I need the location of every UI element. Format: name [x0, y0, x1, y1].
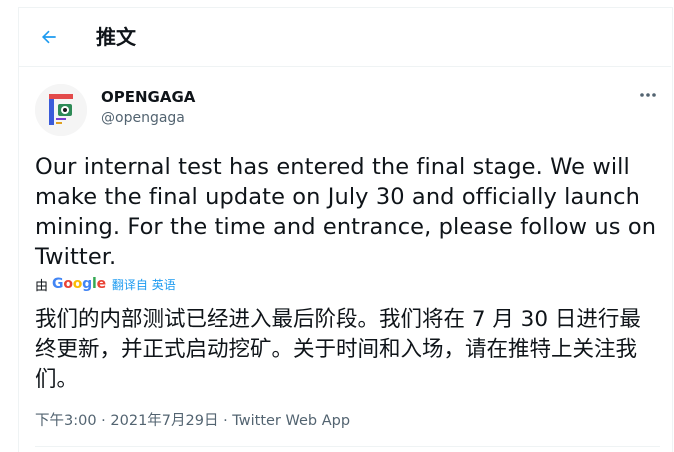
page-title: 推文 — [96, 25, 136, 49]
tweet-source-link[interactable]: Twitter Web App — [232, 413, 350, 429]
tweet-time[interactable]: 下午3:00 — [35, 413, 97, 429]
tweet-date[interactable]: 2021年7月29日 — [110, 413, 218, 429]
author-display-name[interactable]: OPENGAGA — [101, 88, 195, 106]
avatar[interactable] — [35, 84, 87, 136]
translated-text: 我们的内部测试已经进入最后阶段。我们将在 7 月 30 日进行最终更新，并正式启… — [35, 307, 641, 392]
author-handle[interactable]: @opengaga — [101, 109, 185, 127]
meta-separator: · — [218, 413, 233, 429]
opengaga-logo-icon — [35, 84, 87, 136]
meta-separator: · — [96, 413, 111, 429]
translation-attribution: 由 Google 翻译自 英语 — [35, 275, 176, 294]
tweet-text: Our internal test has entered the final … — [35, 154, 657, 270]
divider — [35, 446, 660, 447]
back-button[interactable] — [34, 22, 64, 52]
arrow-left-icon — [41, 30, 56, 44]
tweet-header: 推文 — [18, 8, 671, 67]
translated-from-link[interactable]: 翻译自 英语 — [112, 276, 176, 293]
by-label: 由 — [35, 278, 49, 294]
google-logo-icon: Google — [52, 276, 106, 292]
tweet-metadata: 下午3:00 · 2021年7月29日 · Twitter Web App — [35, 411, 350, 431]
more-options-button[interactable] — [636, 85, 660, 105]
more-horizontal-icon — [640, 93, 656, 97]
